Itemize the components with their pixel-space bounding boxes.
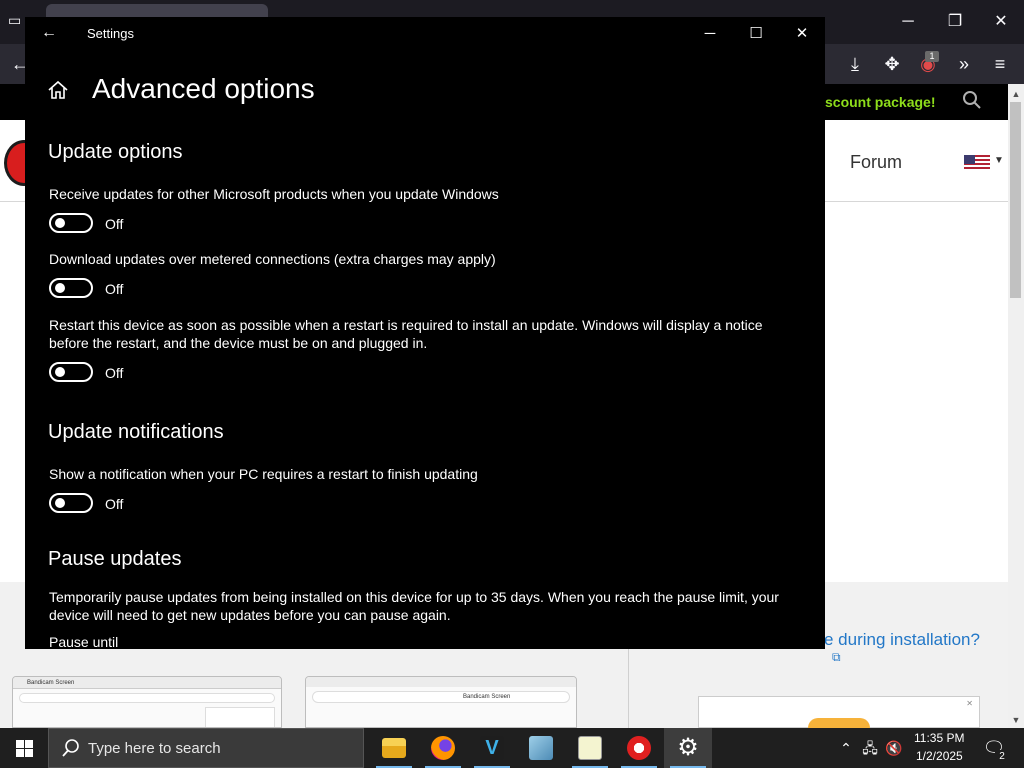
clock-date[interactable]: 1/2/2025 <box>916 749 963 763</box>
promo-text[interactable]: scount package! <box>825 94 935 110</box>
list-all-tabs-icon[interactable]: ▭ <box>8 12 26 30</box>
taskbar-app-bandicam[interactable] <box>615 728 663 768</box>
chevron-down-icon[interactable]: ▼ <box>994 155 1004 166</box>
browser-close-button[interactable]: ✕ <box>986 8 1016 36</box>
pause-until-label: Pause until <box>49 634 119 649</box>
taskbar-app-firefox[interactable] <box>419 728 467 768</box>
back-arrow-icon[interactable]: ← <box>37 21 61 45</box>
windows-logo-icon <box>16 740 33 757</box>
notepad-plus-plus-icon <box>578 736 602 760</box>
toggle-receive-other-updates[interactable] <box>49 213 93 233</box>
vs-icon: V <box>480 736 504 760</box>
us-flag-icon[interactable] <box>964 155 990 171</box>
toggle-state: Off <box>105 496 124 512</box>
close-icon: ✕ <box>966 699 973 708</box>
section-heading-update-options: Update options <box>48 141 183 163</box>
notification-count-badge: 2 <box>995 750 1009 764</box>
taskbar-app-control-panel[interactable] <box>517 728 565 768</box>
show-hidden-icons-chevron-icon[interactable]: ⌃ <box>836 728 856 768</box>
pause-description: Temporarily pause updates from being ins… <box>49 589 779 623</box>
gear-icon: ⚙ <box>677 734 699 761</box>
setting-label: Download updates over metered connection… <box>49 251 496 267</box>
thumbnail-addressbar <box>19 693 275 703</box>
setting-label: Receive updates for other Microsoft prod… <box>49 186 499 202</box>
ublock-badge: 1 <box>925 51 939 62</box>
browser-minimize-button[interactable]: ─ <box>893 8 923 36</box>
setting-label: Restart this device as soon as possible … <box>49 317 763 351</box>
taskbar-app-visual-studio[interactable]: V <box>468 728 516 768</box>
scroll-up-arrow-icon[interactable]: ▲ <box>1008 86 1024 102</box>
site-search-icon[interactable] <box>962 90 986 114</box>
toggle-state: Off <box>105 365 124 381</box>
section-heading-pause-updates: Pause updates <box>48 548 182 570</box>
downloads-icon[interactable]: ⤓ <box>841 50 869 78</box>
installation-link[interactable]: e during installation? <box>824 630 980 650</box>
taskbar-app-notepad-plus-plus[interactable] <box>566 728 614 768</box>
volume-muted-icon[interactable]: 🔇 <box>884 728 904 768</box>
maximize-button[interactable]: ☐ <box>741 21 771 47</box>
toggle-restart-asap[interactable] <box>49 362 93 382</box>
thumbnail-tab: Bandicam Screen <box>312 691 570 703</box>
thumbnail-tab: Bandicam Screen <box>13 677 281 689</box>
taskbar-app-file-explorer[interactable] <box>370 728 418 768</box>
taskbar-app-settings[interactable]: ⚙ <box>664 728 712 768</box>
external-link-icon[interactable]: ⧉ <box>832 650 846 664</box>
forum-link[interactable]: Forum <box>850 152 902 173</box>
menu-icon[interactable]: ≡ <box>986 50 1014 78</box>
home-icon[interactable] <box>47 79 71 103</box>
screenshot-thumbnail: Bandicam Screen <box>12 676 282 728</box>
toggle-state: Off <box>105 281 124 297</box>
toggle-state: Off <box>105 216 124 232</box>
network-icon[interactable]: 🖧 <box>860 728 880 768</box>
toggle-restart-notification[interactable] <box>49 493 93 513</box>
control-panel-icon <box>529 736 553 760</box>
setting-label: Show a notification when your PC require… <box>49 466 478 482</box>
section-heading-update-notifications: Update notifications <box>48 421 224 443</box>
overflow-chevron-icon[interactable]: » <box>950 50 978 78</box>
scrollbar-thumb[interactable] <box>1010 102 1021 298</box>
settings-window: ← Settings ─ ☐ ✕ Advanced options Update… <box>25 17 825 649</box>
browser-restore-button[interactable]: ❐ <box>940 8 970 36</box>
scroll-down-arrow-icon[interactable]: ▼ <box>1008 712 1024 728</box>
search-icon <box>61 738 81 758</box>
illustration <box>808 718 870 728</box>
bandicam-icon <box>627 736 651 760</box>
firefox-icon <box>431 736 455 760</box>
window-title: Settings <box>87 26 134 41</box>
clock-time[interactable]: 11:35 PM <box>914 731 964 745</box>
start-button[interactable] <box>0 728 48 768</box>
page-title: Advanced options <box>92 73 315 104</box>
minimize-button[interactable]: ─ <box>695 21 725 47</box>
close-button[interactable]: ✕ <box>787 21 817 47</box>
search-placeholder: Type here to search <box>88 740 221 757</box>
screenshot-thumbnail: Bandicam Screen <box>305 676 577 728</box>
extensions-icon[interactable]: ✥ <box>878 50 906 78</box>
toggle-metered-downloads[interactable] <box>49 278 93 298</box>
thumbnail-panel <box>205 707 275 727</box>
folder-icon <box>382 738 406 758</box>
